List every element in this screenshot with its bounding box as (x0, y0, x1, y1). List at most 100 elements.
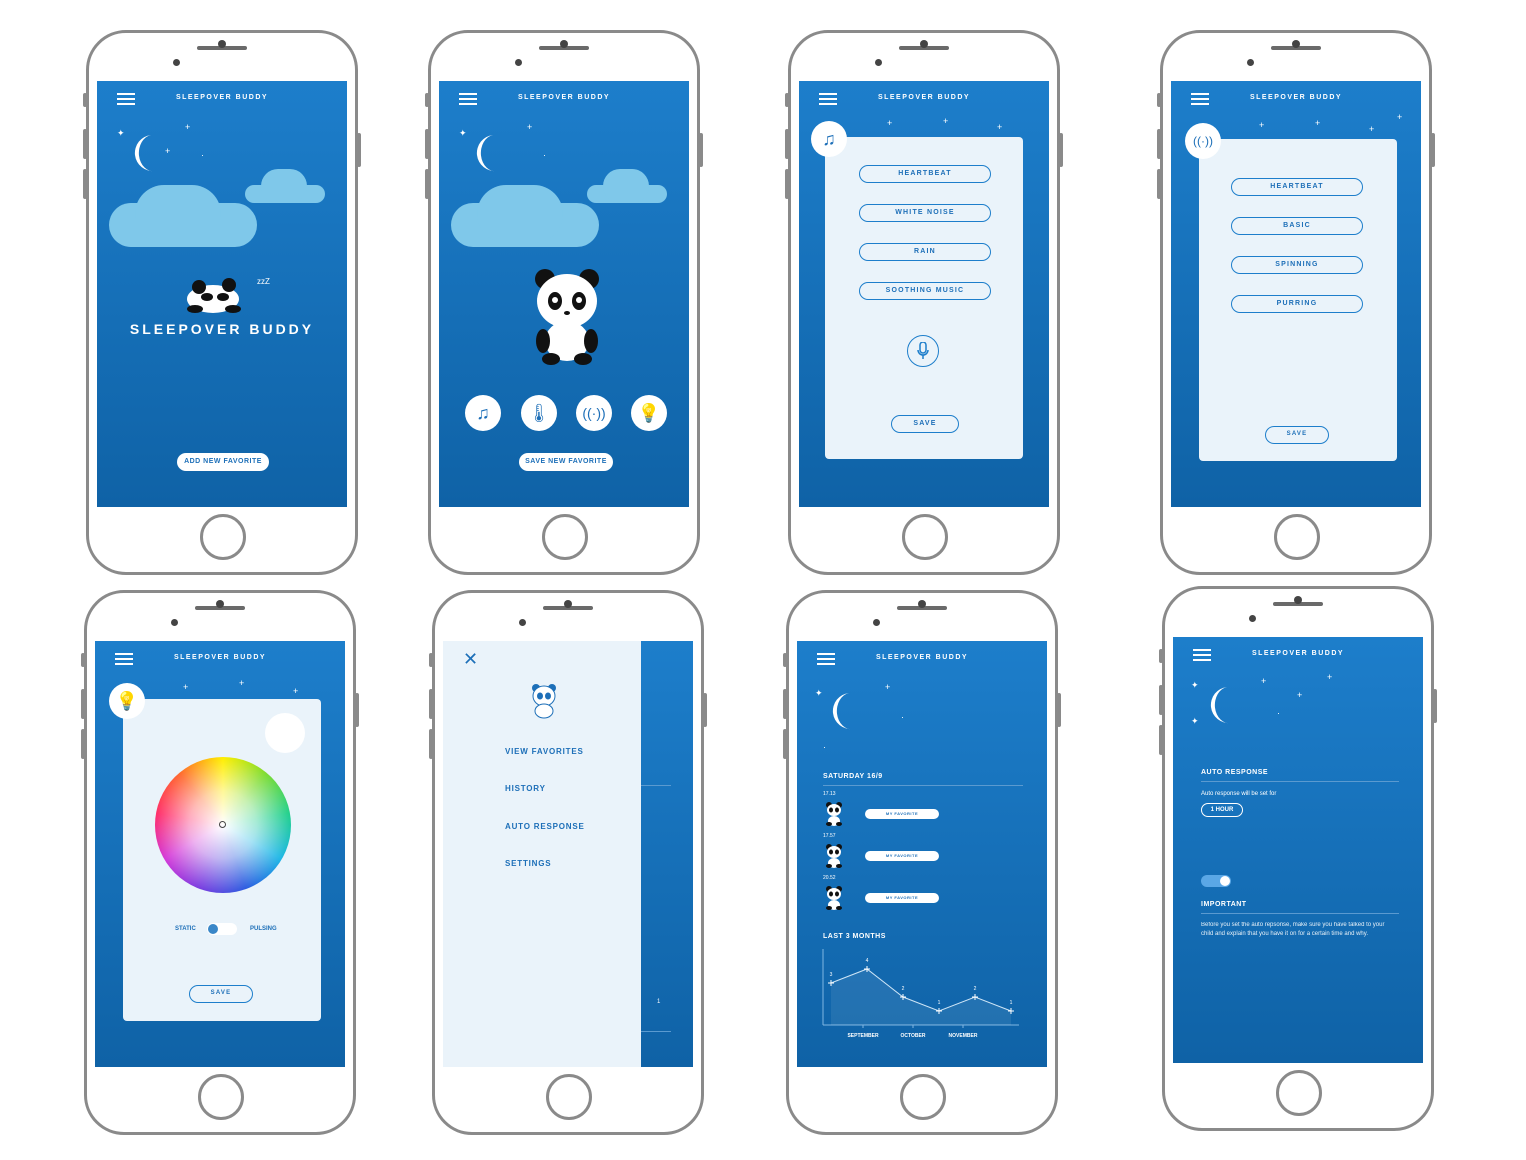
panda-vibration-icon: ((·)) (582, 405, 606, 421)
data-label: 3 (830, 972, 833, 978)
option-purring[interactable]: PURRING (1231, 295, 1363, 313)
camera (1247, 59, 1254, 66)
menu-item-history[interactable]: HISTORY (505, 784, 546, 793)
star-icon: · (201, 150, 204, 160)
home-button[interactable] (200, 514, 246, 560)
star-icon: · (823, 742, 826, 752)
panda-icon (535, 269, 599, 365)
camera (173, 59, 180, 66)
option-heartbeat[interactable]: HEARTBEAT (1231, 178, 1363, 196)
option-rain[interactable]: RAIN (859, 243, 991, 261)
home-button[interactable] (1276, 1070, 1322, 1116)
power-button (699, 133, 703, 167)
camera (560, 40, 568, 48)
side-button (429, 689, 433, 719)
option-basic[interactable]: BASIC (1231, 217, 1363, 235)
close-icon[interactable]: ✕ (463, 649, 478, 670)
temperature-button[interactable]: 🌡 (521, 395, 557, 431)
star-icon: + (293, 686, 299, 696)
history-date: SATURDAY 16/9 (823, 773, 883, 780)
history-entry: 17.13 MY FAVORITE (819, 791, 999, 831)
side-button (783, 653, 787, 667)
vibration-button[interactable]: ((·)) (576, 395, 612, 431)
camera (875, 59, 882, 66)
screen: SLEEPOVER BUDDY + + + 💡 STATIC PULSING S… (95, 641, 345, 1067)
phone-menu: ✕ VIEW FAVORITES HISTORY AUTO RESPONSE S… (429, 590, 707, 1135)
screen: SLEEPOVER BUDDY ✦ + · + zzZ SLEEPOVER BU… (97, 81, 347, 507)
phone-history: SLEEPOVER BUDDY ✦ + · · SATURDAY 16/9 17… (783, 590, 1061, 1135)
home-button[interactable] (1274, 514, 1320, 560)
data-label: 1 (1010, 1000, 1013, 1006)
home-button[interactable] (542, 514, 588, 560)
sleeping-panda-icon (187, 278, 241, 313)
data-label: 2 (974, 986, 977, 992)
moon-icon (1210, 687, 1231, 724)
favorite-tag[interactable]: MY FAVORITE (865, 809, 939, 819)
option-heartbeat[interactable]: HEARTBEAT (859, 165, 991, 183)
side-button (785, 129, 789, 159)
power-button (703, 693, 707, 727)
x-tick-label: OCTOBER (901, 1033, 926, 1039)
star-icon: + (1327, 672, 1333, 682)
duration-select[interactable]: 1 HOUR (1201, 803, 1243, 817)
save-button[interactable]: SAVE (1265, 426, 1329, 444)
light-button[interactable]: 💡 (631, 395, 667, 431)
color-picker-handle[interactable] (219, 821, 226, 828)
camera (873, 619, 880, 626)
star-icon: ✦ (815, 688, 823, 698)
menu-item-auto-response[interactable]: AUTO RESPONSE (505, 822, 585, 831)
cloud (603, 169, 649, 203)
music-icon: ♫ (476, 402, 490, 423)
home-button[interactable] (902, 514, 948, 560)
option-white-noise[interactable]: WHITE NOISE (859, 204, 991, 222)
home-button[interactable] (546, 1074, 592, 1120)
cloud (135, 185, 221, 243)
side-button (785, 169, 789, 199)
panda-icon (826, 886, 842, 910)
star-icon: · (543, 150, 546, 160)
home-button[interactable] (198, 1074, 244, 1120)
color-wheel[interactable] (155, 757, 291, 893)
star-icon: ✦ (117, 128, 125, 138)
option-spinning[interactable]: SPINNING (1231, 256, 1363, 274)
panda-icon (826, 844, 842, 868)
star-icon: + (885, 682, 891, 692)
option-soothing-music[interactable]: SOOTHING MUSIC (859, 282, 991, 300)
add-new-favorite-button[interactable]: ADD NEW FAVORITE (177, 453, 269, 471)
side-button (1159, 725, 1163, 755)
screen: SLEEPOVER BUDDY + + + ♫ HEARTBEAT WHITE … (799, 81, 1049, 507)
side-button (785, 93, 789, 107)
static-label: STATIC (175, 926, 196, 932)
menu-item-settings[interactable]: SETTINGS (505, 859, 551, 868)
favorite-tag[interactable]: MY FAVORITE (865, 851, 939, 861)
history-chart: 3 4 2 1 2 1 SEPTEMBER OCTOBER NOVEMBER (822, 949, 1019, 1039)
auto-response-toggle[interactable] (1201, 875, 1231, 887)
music-button[interactable]: ♫ (465, 395, 501, 431)
microphone-button[interactable] (907, 335, 939, 367)
toggle-knob (1220, 876, 1230, 886)
save-new-favorite-button[interactable]: SAVE NEW FAVORITE (519, 453, 613, 471)
side-button (1159, 685, 1163, 715)
star-icon: + (183, 682, 189, 692)
phone-vibration: SLEEPOVER BUDDY + + + + ((·)) HEARTBEAT … (1157, 30, 1435, 575)
mode-toggle[interactable] (207, 923, 237, 935)
power-button (357, 133, 361, 167)
side-button (425, 93, 429, 107)
moon-icon (134, 135, 155, 172)
save-button[interactable]: SAVE (189, 985, 253, 1003)
app-title: SLEEPOVER BUDDY (173, 654, 267, 661)
auto-response-text: Auto response will be set for (1201, 791, 1277, 797)
camera (918, 600, 926, 608)
home-button[interactable] (900, 1074, 946, 1120)
peek-divider (641, 785, 671, 786)
phone-favorite: SLEEPOVER BUDDY ✦ + · ♫ 🌡 ((·)) 💡 SAVE N… (425, 30, 703, 575)
history-entry: 20.52 MY FAVORITE (819, 875, 999, 915)
menu-item-view-favorites[interactable]: VIEW FAVORITES (505, 747, 584, 756)
x-tick-label: NOVEMBER (949, 1033, 978, 1039)
history-entry: 17.57 MY FAVORITE (819, 833, 999, 873)
side-button (1157, 169, 1161, 199)
screen: ✕ VIEW FAVORITES HISTORY AUTO RESPONSE S… (443, 641, 693, 1067)
side-button (783, 729, 787, 759)
save-button[interactable]: SAVE (891, 415, 959, 433)
favorite-tag[interactable]: MY FAVORITE (865, 893, 939, 903)
